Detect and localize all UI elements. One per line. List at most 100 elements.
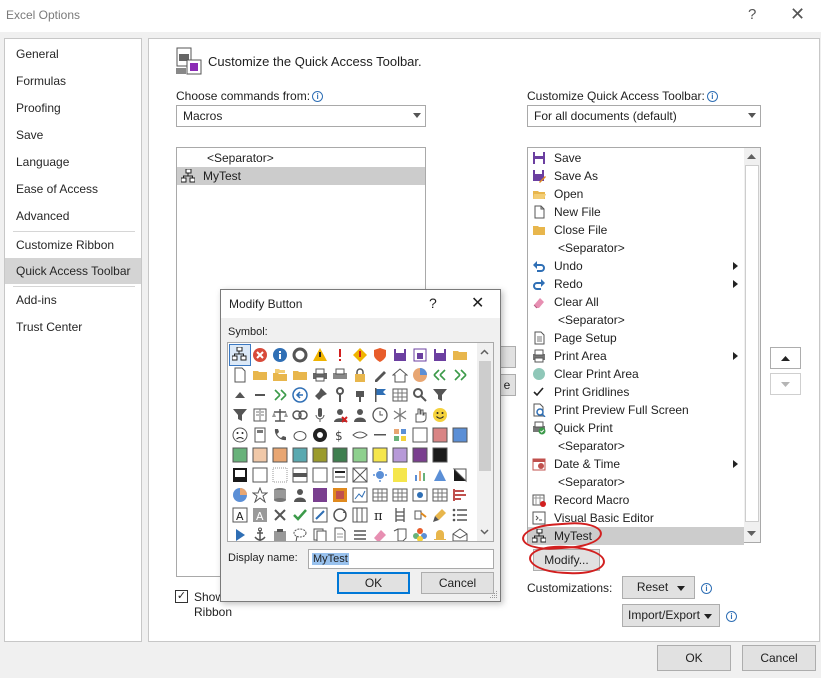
symbol-cell[interactable] [450, 345, 470, 365]
dialog-close-button[interactable]: ✕ [471, 293, 484, 313]
symbol-cell[interactable] [450, 425, 470, 445]
nav-item-add-ins[interactable]: Add-ins [5, 287, 141, 313]
symbol-cell[interactable] [330, 445, 350, 465]
toolbar-list-item[interactable]: Open [528, 185, 744, 203]
symbol-cell[interactable] [310, 525, 330, 541]
symbol-cell[interactable] [370, 425, 390, 445]
symbol-cell[interactable] [350, 525, 370, 541]
symbol-cell[interactable] [330, 465, 350, 485]
symbol-cell[interactable] [270, 365, 290, 385]
import-export-button[interactable]: Import/Export [622, 604, 720, 627]
toolbar-list-item[interactable]: Page Setup [528, 329, 744, 347]
toolbar-list-item[interactable]: Quick Print [528, 419, 744, 437]
toolbar-list-item[interactable]: <Separator> [528, 239, 744, 257]
symbol-cell[interactable] [450, 365, 470, 385]
ok-button[interactable]: OK [657, 645, 731, 671]
symbol-cell[interactable]: A [250, 505, 270, 525]
toolbar-list-item[interactable]: Record Macro [528, 491, 744, 509]
move-down-button[interactable] [770, 373, 801, 395]
symbol-cell[interactable]: π [370, 505, 390, 525]
symbol-cell[interactable] [390, 385, 410, 405]
symbol-cell[interactable] [290, 405, 310, 425]
nav-item-formulas[interactable]: Formulas [5, 68, 141, 94]
symbol-cell[interactable] [430, 445, 450, 465]
symbol-cell[interactable] [410, 525, 430, 541]
symbol-cell[interactable] [270, 485, 290, 505]
symbol-cell[interactable] [430, 385, 450, 405]
symbol-cell[interactable] [410, 465, 430, 485]
nav-item-advanced[interactable]: Advanced [5, 203, 141, 229]
close-button[interactable]: ✕ [790, 4, 805, 25]
toolbar-list-item[interactable]: Redo [528, 275, 744, 293]
symbol-cell[interactable] [250, 465, 270, 485]
symbol-cell[interactable] [430, 525, 450, 541]
toolbar-list-item[interactable]: Save [528, 149, 744, 167]
symbol-cell[interactable] [250, 345, 270, 365]
toolbar-list-item[interactable]: Clear Print Area [528, 365, 744, 383]
symbol-cell[interactable] [430, 485, 450, 505]
nav-item-general[interactable]: General [5, 41, 141, 67]
symbol-cell[interactable] [350, 425, 370, 445]
symbol-cell[interactable] [370, 385, 390, 405]
symbol-cell[interactable] [390, 465, 410, 485]
symbol-cell[interactable] [370, 345, 390, 365]
toolbar-list-item[interactable]: <Separator> [528, 437, 744, 455]
dialog-ok-button[interactable]: OK [337, 572, 410, 594]
symbol-cell[interactable] [250, 385, 270, 405]
symbol-cell[interactable] [450, 485, 470, 505]
symbol-cell[interactable] [290, 485, 310, 505]
symbol-cell[interactable] [250, 445, 270, 465]
symbol-cell[interactable] [290, 505, 310, 525]
symbol-cell[interactable] [430, 505, 450, 525]
symbol-cell[interactable] [230, 405, 250, 425]
symbol-cell[interactable] [230, 365, 250, 385]
toolbar-commands-list[interactable]: Save Save As Open New File Close File <Separa… [527, 147, 761, 545]
symbol-cell[interactable] [230, 385, 250, 405]
symbol-cell[interactable] [410, 385, 430, 405]
symbol-cell[interactable] [270, 425, 290, 445]
list-item[interactable]: MyTest [177, 167, 425, 185]
symbol-cell[interactable] [230, 465, 250, 485]
symbol-cell[interactable] [390, 425, 410, 445]
symbol-cell[interactable] [310, 445, 330, 465]
scroll-up-button[interactable] [477, 345, 492, 360]
toolbar-list-item[interactable]: Print Preview Full Screen [528, 401, 744, 419]
symbol-cell[interactable] [270, 465, 290, 485]
symbol-cell[interactable] [270, 385, 290, 405]
symbol-cell[interactable] [370, 485, 390, 505]
symbol-cell[interactable] [250, 485, 270, 505]
symbol-cell[interactable]: A [230, 505, 250, 525]
symbol-cell[interactable] [350, 365, 370, 385]
symbol-cell[interactable] [270, 345, 290, 365]
symbol-cell[interactable] [390, 485, 410, 505]
symbol-cell[interactable] [250, 425, 270, 445]
symbol-cell[interactable] [390, 405, 410, 425]
symbol-cell[interactable] [310, 345, 330, 365]
dialog-cancel-button[interactable]: Cancel [421, 572, 494, 594]
symbol-cell[interactable] [290, 425, 310, 445]
symbol-cell[interactable] [390, 345, 410, 365]
symbol-cell[interactable] [310, 365, 330, 385]
nav-item-save[interactable]: Save [5, 122, 141, 148]
symbol-cell[interactable] [330, 405, 350, 425]
symbol-cell[interactable] [370, 365, 390, 385]
symbol-cell[interactable] [330, 345, 350, 365]
toolbar-list-item[interactable]: Undo [528, 257, 744, 275]
symbol-cell[interactable] [350, 345, 370, 365]
symbol-cell[interactable] [310, 485, 330, 505]
symbol-cell[interactable] [350, 465, 370, 485]
symbol-cell[interactable] [230, 525, 250, 541]
symbol-cell[interactable] [290, 345, 310, 365]
help-button[interactable]: ? [748, 6, 756, 23]
symbol-cell[interactable] [370, 525, 390, 541]
symbol-cell[interactable] [370, 465, 390, 485]
scroll-down-button[interactable] [477, 524, 492, 539]
symbol-cell[interactable] [310, 385, 330, 405]
symbol-cell[interactable] [330, 505, 350, 525]
symbol-cell[interactable]: $ [330, 425, 350, 445]
resize-grip-icon[interactable] [489, 590, 498, 599]
toolbar-list-item[interactable]: Close File [528, 221, 744, 239]
symbol-cell[interactable] [350, 505, 370, 525]
symbol-cell[interactable] [410, 425, 430, 445]
symbol-cell[interactable] [270, 525, 290, 541]
